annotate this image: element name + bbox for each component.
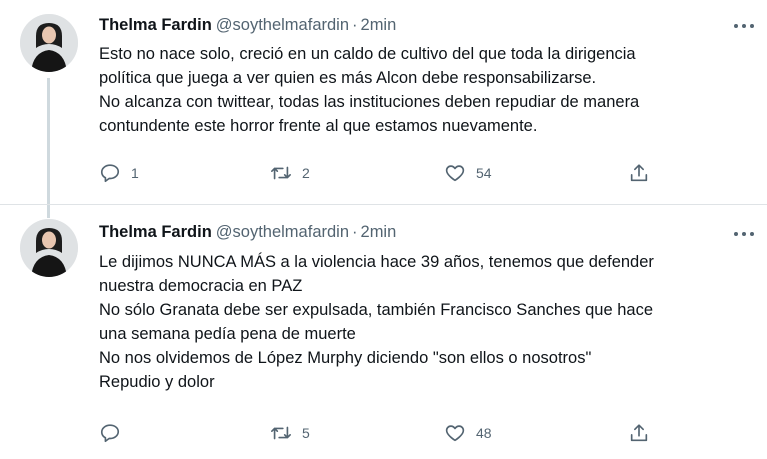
tweet-text-line: nuestra democracia en PAZ <box>99 277 303 295</box>
author-name[interactable]: Thelma Fardin <box>99 16 212 34</box>
action-bar: 5 48 <box>99 420 659 446</box>
tweet-header: Thelma Fardin @soythelmafardin · 2min <box>99 14 396 36</box>
like-count: 54 <box>476 165 492 181</box>
share-icon <box>630 424 648 442</box>
avatar-image <box>20 14 78 72</box>
tweet-text: Esto no nace solo, creció en un caldo de… <box>99 42 749 138</box>
timestamp[interactable]: 2min <box>361 16 397 34</box>
tweet-text-line: No nos olvidemos de López Murphy diciend… <box>99 349 592 367</box>
like-button[interactable]: 54 <box>444 160 492 186</box>
avatar[interactable] <box>20 219 78 277</box>
author-name[interactable]: Thelma Fardin <box>99 223 212 241</box>
reply-icon <box>100 424 120 443</box>
avatar[interactable] <box>20 14 78 72</box>
tweet-text-line: Repudio y dolor <box>99 373 215 391</box>
separator-dot: · <box>352 16 358 34</box>
tweet-text-line: Esto no nace solo, creció en un caldo de… <box>99 45 636 63</box>
retweet-button[interactable]: 5 <box>270 420 310 446</box>
reply-button[interactable]: 1 <box>99 160 139 186</box>
retweet-count: 2 <box>302 165 310 181</box>
retweet-button[interactable]: 2 <box>270 160 310 186</box>
tweet-text-line: No alcanza con twittear, todas las insti… <box>99 93 640 111</box>
retweet-count: 5 <box>302 425 310 441</box>
tweet-text-line: política que juega a ver quien es más Al… <box>99 69 597 87</box>
tweet[interactable]: Thelma Fardin @soythelmafardin · 2min Le di… <box>0 206 767 459</box>
share-icon <box>630 164 648 182</box>
more-icon[interactable] <box>732 18 756 34</box>
tweet-text-line: una semana pedía pena de muerte <box>99 325 356 343</box>
like-button[interactable]: 48 <box>444 420 492 446</box>
action-bar: 1 2 54 <box>99 160 659 186</box>
author-handle[interactable]: @soythelmafardin <box>216 16 349 34</box>
tweet-header: Thelma Fardin @soythelmafardin · 2min <box>99 221 396 243</box>
tweet-text-line: contundente este horror frente al que es… <box>99 117 538 135</box>
share-button[interactable] <box>628 420 650 446</box>
retweet-icon <box>271 166 291 180</box>
tweet-text-line: Le dijimos NUNCA MÁS a la violencia hace… <box>99 253 654 271</box>
separator-dot: · <box>352 223 358 241</box>
heart-icon <box>445 165 465 182</box>
more-icon[interactable] <box>732 226 756 242</box>
share-button[interactable] <box>628 160 650 186</box>
reply-icon <box>100 164 120 183</box>
retweet-icon <box>271 426 291 440</box>
tweet[interactable]: Thelma Fardin @soythelmafardin · 2min Esto … <box>0 0 767 205</box>
reply-button[interactable] <box>99 420 131 446</box>
tweet-text: Le dijimos NUNCA MÁS a la violencia hace… <box>99 250 749 394</box>
reply-count: 1 <box>131 165 139 181</box>
timestamp[interactable]: 2min <box>361 223 397 241</box>
avatar-image <box>20 219 78 277</box>
author-handle[interactable]: @soythelmafardin <box>216 223 349 241</box>
tweet-text-line: No sólo Granata debe ser expulsada, tamb… <box>99 301 653 319</box>
heart-icon <box>445 425 465 442</box>
like-count: 48 <box>476 425 492 441</box>
